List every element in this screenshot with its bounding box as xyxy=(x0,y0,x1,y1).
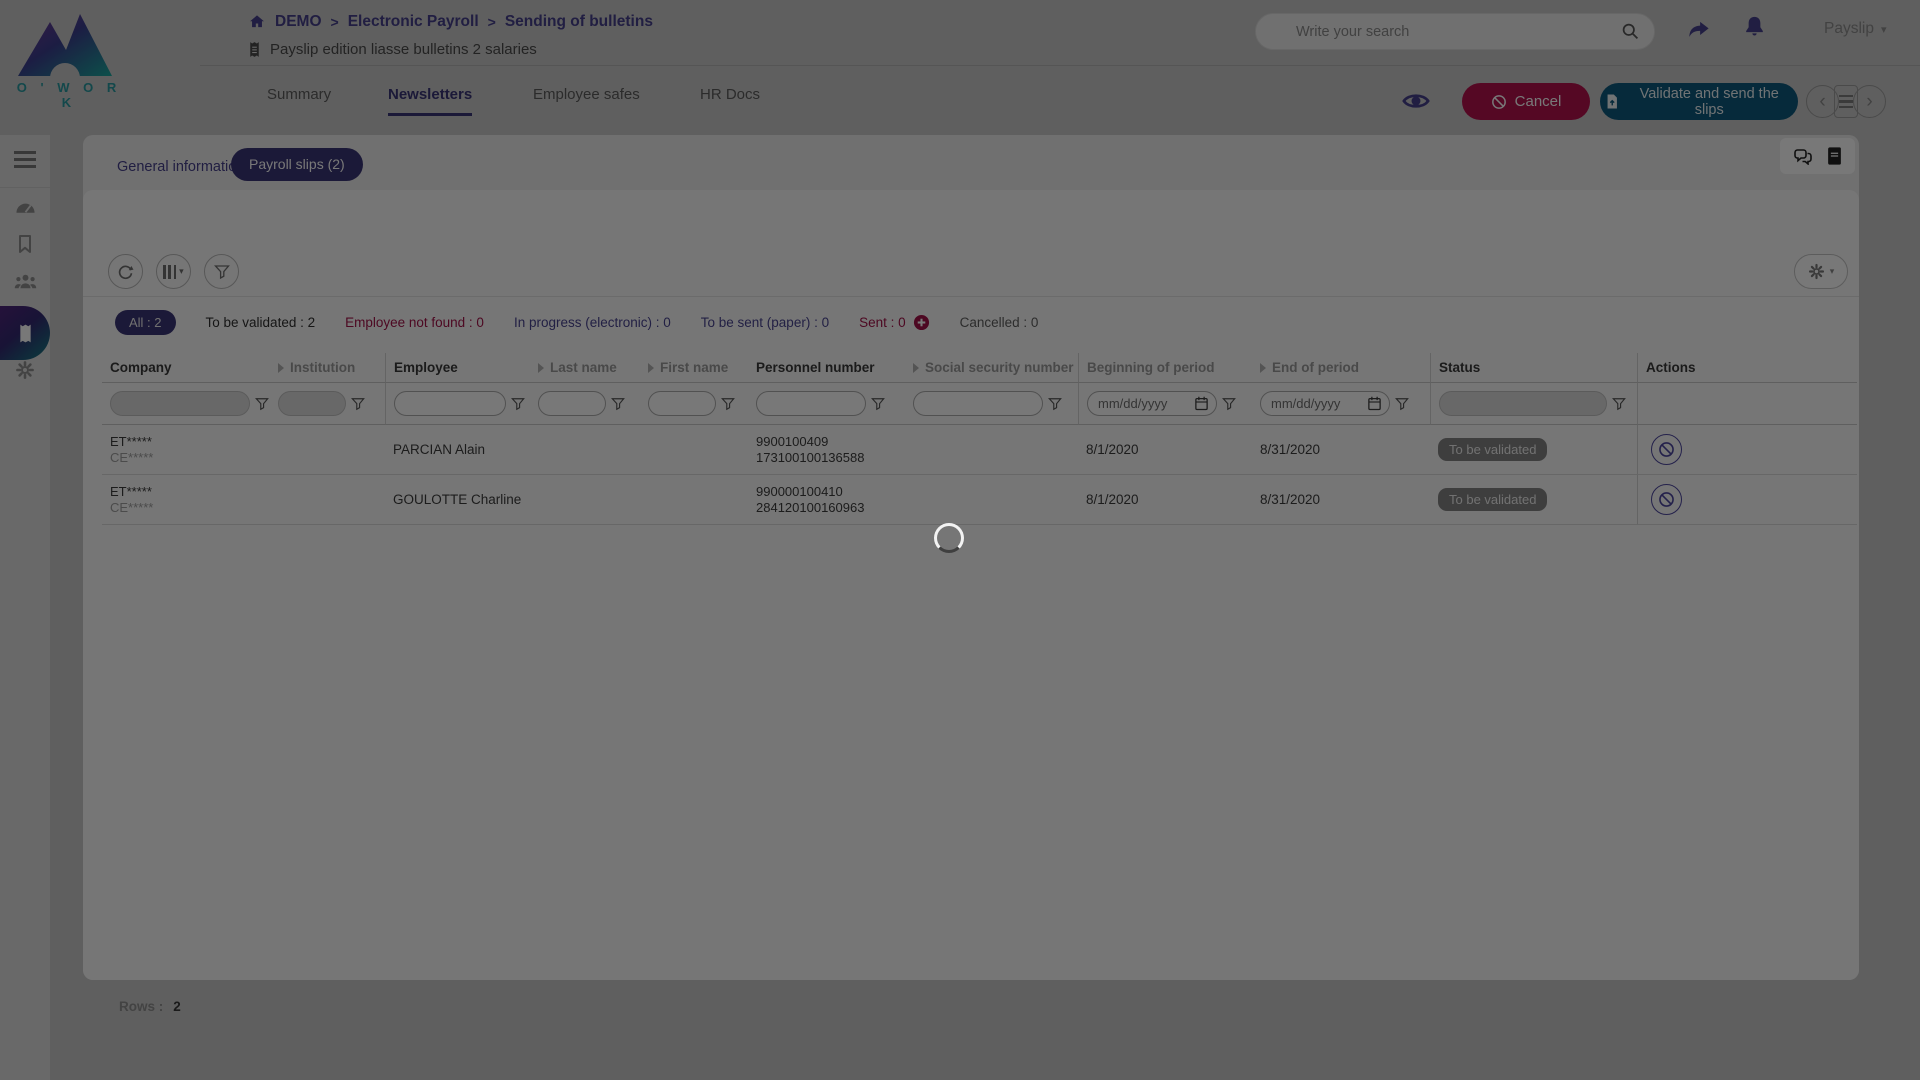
loading-spinner-icon xyxy=(934,523,964,553)
app-root: O ' W O R K DEMO > Electronic Payroll > … xyxy=(0,0,1920,1080)
